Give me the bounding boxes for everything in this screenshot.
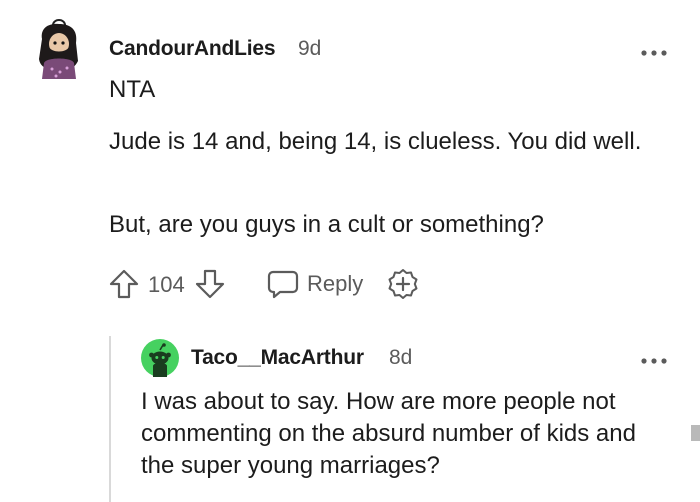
snoo-avatar-icon: [141, 339, 179, 377]
avatar-image: [39, 19, 78, 79]
reply-timestamp: 8d: [389, 346, 413, 369]
user-avatar[interactable]: [30, 17, 86, 81]
award-icon[interactable]: [386, 267, 420, 306]
reply-icon[interactable]: [266, 268, 300, 305]
comment-paragraph: But, are you guys in a cult or something…: [109, 211, 544, 238]
comment-paragraph: Jude is 14 and, being 14, is clueless. Y…: [109, 128, 642, 155]
scrollbar-thumb[interactable]: [691, 425, 700, 441]
comment-username[interactable]: CandourAndLies: [109, 36, 276, 62]
downvote-icon[interactable]: [194, 268, 226, 305]
reply-username[interactable]: Taco__MacArthur: [191, 345, 364, 371]
comment-paragraph: NTA: [109, 76, 156, 103]
more-options-icon[interactable]: [641, 352, 667, 364]
thread-line[interactable]: [109, 336, 111, 502]
reply-body-text: I was about to say. How are more people …: [141, 388, 636, 479]
reply-button[interactable]: Reply: [307, 271, 363, 297]
vote-count: 104: [148, 272, 185, 297]
upvote-icon[interactable]: [108, 268, 140, 305]
reply-user-avatar[interactable]: [141, 339, 179, 377]
comment-timestamp: 9d: [298, 37, 322, 60]
more-options-icon[interactable]: [641, 44, 667, 56]
